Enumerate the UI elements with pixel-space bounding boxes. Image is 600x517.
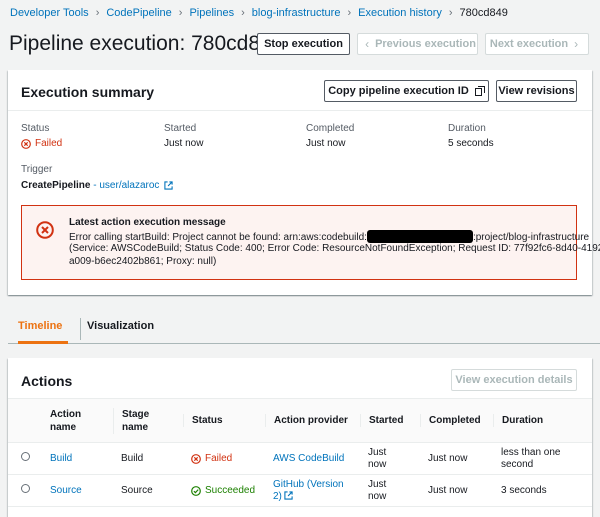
active-tab-indicator [18,341,68,344]
row-status: Succeeded [191,485,257,497]
chevron-right-icon: › [347,7,352,19]
tab-timeline[interactable]: Timeline [18,320,62,332]
chevron-left-icon: ‹ [365,37,370,51]
error-alert: Latest action execution message Error ca… [21,205,600,280]
actions-table: Action name Stage name Status Action provi… [8,398,592,507]
actions-title: Actions [21,373,73,389]
column-header-completed: Completed [420,398,493,443]
row-duration: less than one second [493,442,592,475]
stage-name: Build [113,442,183,475]
status-label: Status [21,123,50,134]
breadcrumb-developer-tools[interactable]: Developer Tools [10,7,89,19]
status-value-text: Failed [35,138,63,149]
error-circle-icon [21,138,31,149]
row-status-text: Succeeded [205,484,256,496]
breadcrumb-current: 780cd849 [459,7,508,19]
chevron-right-icon: › [178,7,183,19]
row-started: Just now [360,442,420,475]
view-execution-details-button[interactable]: View execution details [451,369,577,391]
row-completed: Just now [420,442,493,475]
column-header-duration: Duration [493,398,592,443]
breadcrumb-execution-history[interactable]: Execution history [358,7,442,19]
copy-icon [474,86,485,96]
chevron-right-icon: › [95,7,100,19]
select-column-header [8,398,42,443]
status-value: Failed [21,138,62,149]
external-link-icon [284,490,293,500]
view-revisions-label: View revisions [498,85,575,97]
breadcrumb-codepipeline[interactable]: CodePipeline [106,7,171,19]
column-header-action-provider: Action provider [265,398,360,443]
view-execution-details-label: View execution details [455,374,573,386]
row-select-radio[interactable] [21,484,30,493]
table-row: Build Build Failed AWS CodeBuild Just now… [8,442,592,475]
copy-execution-id-button[interactable]: Copy pipeline execution ID [324,80,489,102]
completed-value: Just now [306,138,346,149]
column-header-started: Started [360,398,420,443]
column-header-status: Status [183,398,265,443]
alert-message-line-3: a009-b6ec2402b861; Proxy: null) [69,256,217,267]
copy-execution-id-label: Copy pipeline execution ID [328,85,469,97]
alert-message-part-b: :project/blog-infrastructure [472,232,590,243]
column-header-stage-name: Stage name [113,398,183,443]
execution-summary-title: Execution summary [21,84,155,100]
column-header-action-name: Action name [42,398,113,443]
execution-summary-panel: Execution summary Copy pipeline executio… [8,70,600,295]
tab-visualization[interactable]: Visualization [87,320,154,332]
trigger-user-link[interactable]: user/alazaroc [99,180,159,191]
trigger-separator: - [90,180,100,191]
row-duration: 3 seconds [493,474,592,507]
trigger-name: CreatePipeline [21,180,91,191]
stage-name: Source [113,474,183,507]
row-select-radio[interactable] [21,452,30,461]
previous-execution-label: Previous execution [375,38,476,50]
error-circle-icon [191,453,201,464]
started-label: Started [164,123,197,134]
chevron-right-icon: › [448,7,453,19]
stop-execution-button[interactable]: Stop execution [257,33,350,55]
trigger-label: Trigger [21,164,53,175]
row-status-text: Failed [205,452,233,464]
alert-message-part-a: Error calling startBuild: Project cannot… [69,232,367,243]
previous-execution-button[interactable]: ‹ Previous execution [357,33,478,55]
external-link-icon[interactable] [164,181,174,190]
redacted-block [366,230,473,243]
alert-title: Latest action execution message [69,217,226,228]
row-status: Failed [191,453,257,465]
view-revisions-button[interactable]: View revisions [496,80,577,102]
page-title: Pipeline execution: 780cd849 [9,32,284,55]
chevron-right-icon: › [574,37,579,51]
chevron-right-icon: › [241,7,245,19]
execution-summary-header: Execution summary Copy pipeline executio… [8,70,592,111]
duration-label: Duration [448,123,486,134]
row-started: Just now [360,474,420,507]
stop-execution-label: Stop execution [264,38,343,50]
action-name-link[interactable]: Source [50,485,82,496]
duration-value: 5 seconds [448,138,494,149]
tab-divider [80,318,81,340]
error-circle-icon [36,221,54,239]
alert-message-line-1: Error calling startBuild: Project cannot… [69,230,589,243]
check-circle-icon [191,485,201,496]
row-completed: Just now [420,474,493,507]
actions-panel: Actions View execution details Action nam… [8,358,592,517]
table-header-row: Action name Stage name Status Action provi… [8,398,592,443]
breadcrumb-pipelines[interactable]: Pipelines [189,7,234,19]
next-execution-label: Next execution [489,38,569,50]
action-provider-link[interactable]: AWS CodeBuild [273,453,344,464]
tab-bar: Timeline Visualization [8,312,600,344]
action-provider-link[interactable]: GitHub (Version 2) [273,479,344,502]
completed-label: Completed [306,123,355,134]
table-row: Source Source Succeeded GitHub (Version 2… [8,474,592,507]
trigger-value: CreatePipeline - user/alazaroc [21,180,174,191]
action-name-link[interactable]: Build [50,453,72,464]
breadcrumb-pipeline-name[interactable]: blog-infrastructure [252,7,341,19]
alert-message-line-2: (Service: AWSCodeBuild; Status Code: 400… [69,243,600,254]
breadcrumb: Developer Tools › CodePipeline › Pipelin… [10,6,508,20]
next-execution-button[interactable]: Next execution › [485,33,589,55]
started-value: Just now [164,138,204,149]
